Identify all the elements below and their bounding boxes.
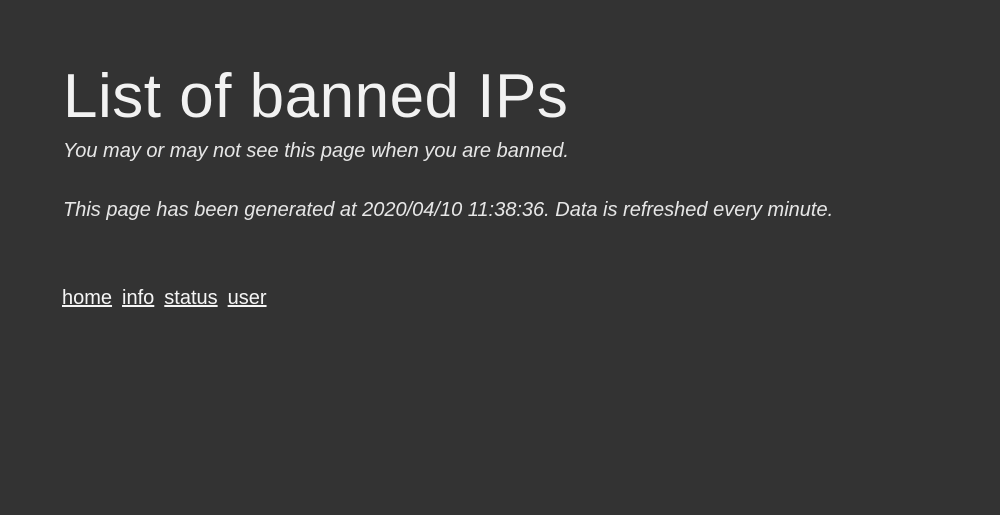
page-content: List of banned IPs You may or may not se… bbox=[63, 60, 960, 223]
page-subtitle: You may or may not see this page when yo… bbox=[63, 140, 569, 162]
nav-link-home[interactable]: home bbox=[62, 285, 112, 311]
nav-link-status[interactable]: status bbox=[164, 285, 217, 311]
nav-link-info[interactable]: info bbox=[122, 285, 154, 311]
generated-timestamp-text: This page has been generated at 2020/04/… bbox=[63, 199, 834, 221]
footer-nav: home info status user bbox=[62, 285, 267, 311]
page-title: List of banned IPs bbox=[63, 62, 569, 131]
nav-link-user[interactable]: user bbox=[228, 285, 267, 311]
